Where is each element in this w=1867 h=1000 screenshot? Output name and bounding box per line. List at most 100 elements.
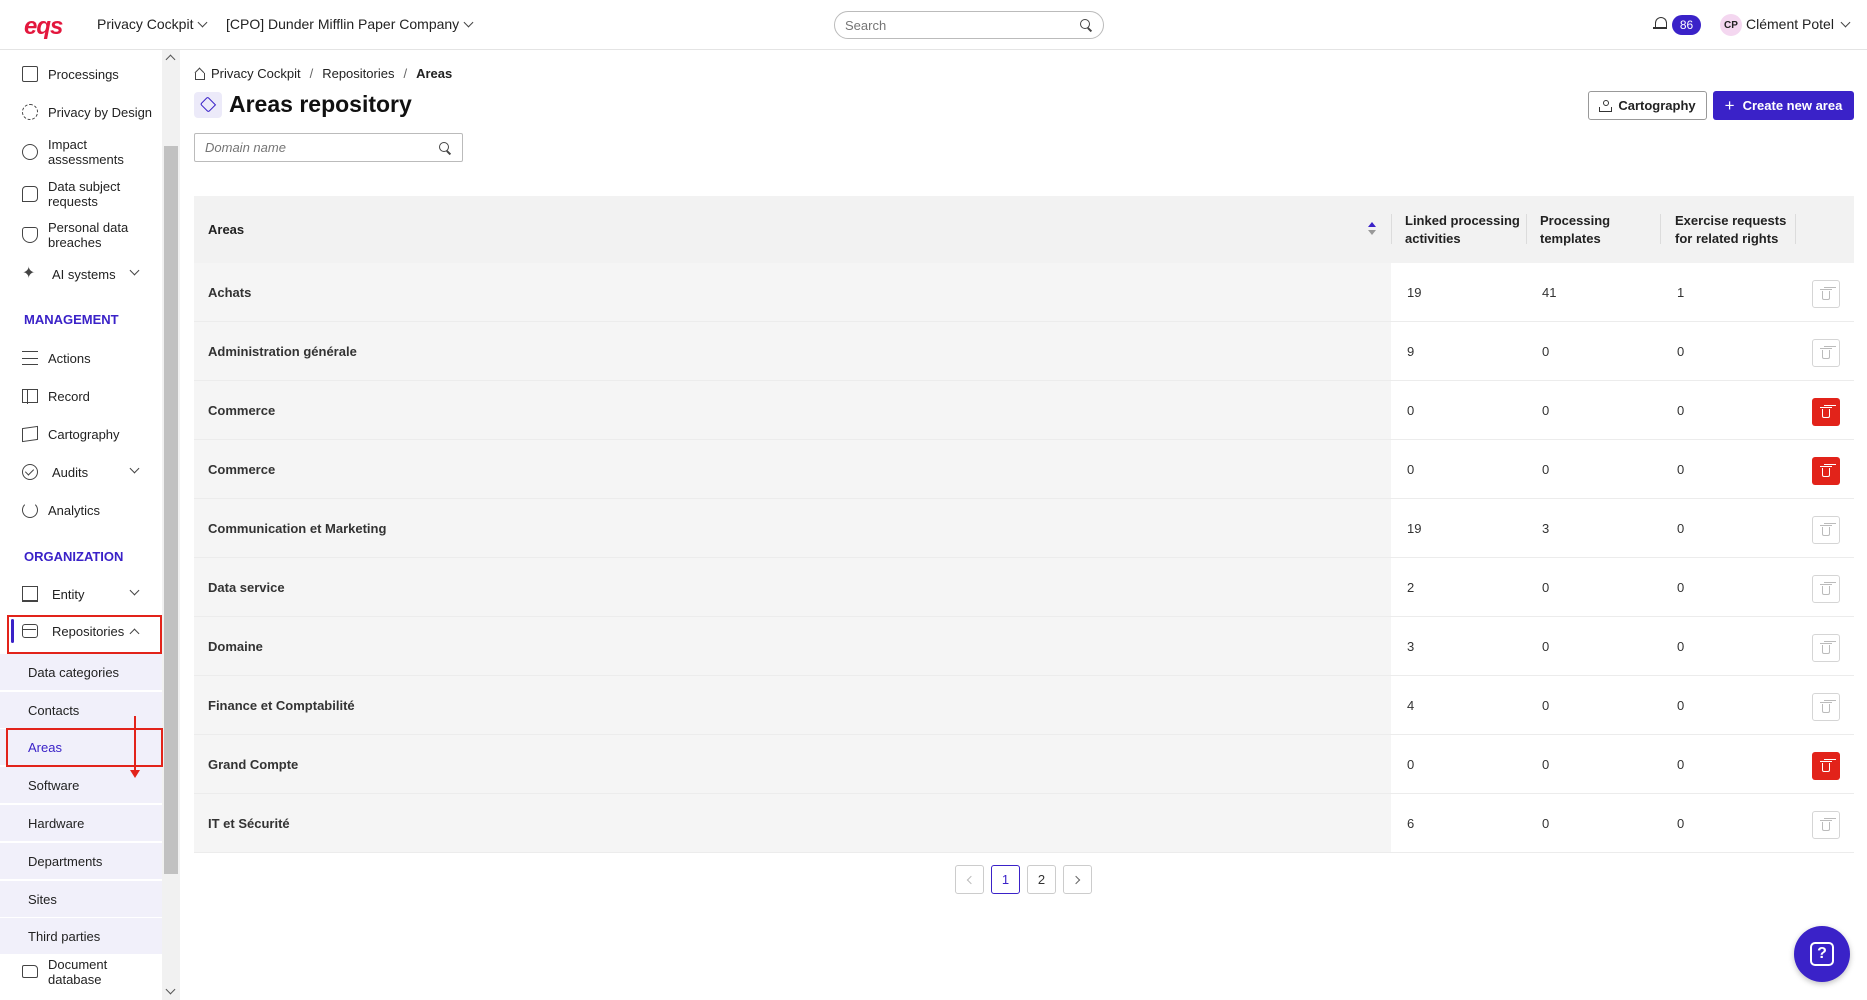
company-dropdown[interactable]: [CPO] Dunder Mifflin Paper Company	[226, 16, 474, 32]
page-button[interactable]: 2	[1027, 865, 1056, 894]
exercise-requests-count: 0	[1677, 461, 1685, 477]
sparkle-icon: ✦	[22, 265, 36, 282]
sidebar-item-ai-systems[interactable]: ✦ AI systems	[0, 262, 160, 286]
next-page-button[interactable]	[1063, 865, 1092, 894]
sidebar-subitem-label: Hardware	[28, 815, 85, 831]
table-row[interactable]: Finance et Comptabilité 4 0 0	[194, 676, 1854, 735]
delete-area-button[interactable]	[1812, 398, 1840, 426]
domain-name-filter[interactable]	[194, 133, 463, 162]
chevron-left-icon	[966, 875, 976, 884]
area-name: Administration générale	[208, 343, 357, 359]
sidebar-subitem-third-parties[interactable]: Third parties	[0, 918, 162, 954]
delete-area-button[interactable]	[1812, 752, 1840, 780]
column-header-areas[interactable]: Areas	[208, 196, 244, 263]
cartography-button[interactable]: Cartography	[1588, 91, 1707, 120]
chevron-down-icon	[129, 463, 140, 474]
scroll-up-icon[interactable]	[165, 54, 176, 65]
page-button[interactable]: 1	[991, 865, 1020, 894]
global-search[interactable]	[834, 11, 1104, 39]
area-name: Finance et Comptabilité	[208, 697, 355, 713]
sidebar-item-label: Data subject requests	[48, 179, 121, 209]
exercise-requests-count: 0	[1677, 343, 1685, 359]
sidebar-item-actions[interactable]: Actions	[0, 346, 160, 370]
column-header-exercise-requests[interactable]: Exercise requests for related rights	[1675, 196, 1790, 263]
create-new-area-button[interactable]: + Create new area	[1713, 91, 1854, 120]
table-row[interactable]: Grand Compte 0 0 0	[194, 735, 1854, 794]
delete-area-button[interactable]	[1812, 575, 1840, 603]
sidebar-subitem-hardware[interactable]: Hardware	[0, 805, 162, 841]
table-row[interactable]: IT et Sécurité 6 0 0	[194, 794, 1854, 853]
delete-area-button[interactable]	[1812, 693, 1840, 721]
plus-icon: +	[1724, 95, 1735, 115]
eqs-logo[interactable]: eqs	[24, 13, 63, 41]
trash-icon	[1820, 524, 1832, 536]
area-name: IT et Sécurité	[208, 815, 290, 831]
table-row[interactable]: Achats 19 41 1	[194, 263, 1854, 322]
sidebar-subitem-sites[interactable]: Sites	[0, 881, 162, 917]
delete-area-button[interactable]	[1812, 280, 1840, 308]
sidebar-item-record[interactable]: Record	[0, 384, 160, 408]
sidebar-item-cartography[interactable]: Cartography	[0, 422, 160, 446]
search-icon[interactable]	[1079, 18, 1093, 32]
user-avatar[interactable]: CP	[1720, 14, 1742, 36]
sidebar-item-document-database[interactable]: Document database	[0, 956, 160, 988]
scroll-down-icon[interactable]	[165, 984, 176, 995]
domain-name-input[interactable]	[205, 140, 438, 155]
bell-icon[interactable]	[1653, 17, 1667, 30]
trash-icon	[1820, 406, 1832, 418]
module-dropdown[interactable]: Privacy Cockpit	[97, 16, 208, 32]
breadcrumb-item[interactable]: Repositories	[322, 66, 394, 81]
delete-area-button[interactable]	[1812, 634, 1840, 662]
breadcrumb-item[interactable]: Privacy Cockpit	[211, 66, 301, 81]
sidebar-item-analytics[interactable]: Analytics	[0, 498, 160, 522]
create-new-area-button-label: Create new area	[1742, 98, 1843, 113]
sidebar-subitem-departments[interactable]: Departments	[0, 843, 162, 879]
delete-area-button[interactable]	[1812, 339, 1840, 367]
table-row[interactable]: Communication et Marketing 19 3 0	[194, 499, 1854, 558]
building-icon	[22, 586, 38, 602]
linked-processing-count: 0	[1407, 756, 1415, 772]
table-row[interactable]: Commerce 0 0 0	[194, 381, 1854, 440]
sort-icon[interactable]	[1368, 222, 1376, 236]
column-divider	[1391, 214, 1392, 244]
sidebar-item-privacy-by-design[interactable]: Privacy by Design	[0, 100, 160, 124]
scrollbar-thumb[interactable]	[164, 146, 178, 874]
folder-icon	[22, 965, 38, 978]
sidebar-item-data-subject-requests[interactable]: Data subject requests	[0, 178, 160, 210]
global-search-input[interactable]	[845, 17, 1079, 33]
sidebar-item-audits[interactable]: Audits	[0, 460, 160, 484]
table-row[interactable]: Data service 2 0 0	[194, 558, 1854, 617]
notification-count-badge[interactable]: 86	[1672, 15, 1701, 35]
delete-area-button[interactable]	[1812, 811, 1840, 839]
sidebar-item-entity[interactable]: Entity	[0, 582, 160, 606]
help-button[interactable]: ?	[1794, 926, 1850, 982]
delete-area-button[interactable]	[1812, 457, 1840, 485]
sidebar-subitem-label: Contacts	[28, 702, 80, 718]
sidebar-scrollbar[interactable]	[162, 50, 180, 1000]
home-icon[interactable]	[194, 69, 205, 80]
user-menu[interactable]: Clément Potel	[1746, 16, 1851, 32]
sidebar-subitem-data-categories[interactable]: Data categories	[0, 654, 162, 690]
linked-processing-count: 0	[1407, 402, 1415, 418]
sidebar-item-impact-assessments[interactable]: Impact assessments	[0, 136, 160, 168]
management-section-title: MANAGEMENT	[24, 312, 119, 327]
area-cell-bg	[194, 735, 1391, 793]
search-icon[interactable]	[438, 141, 452, 155]
column-divider	[1660, 214, 1661, 244]
table-row[interactable]: Domaine 3 0 0	[194, 617, 1854, 676]
sidebar: Processings Privacy by Design Impact ass…	[0, 50, 180, 1000]
trash-icon	[1820, 465, 1832, 477]
sidebar-subitem-label: Sites	[28, 891, 57, 907]
column-header-linked-processing-activities[interactable]: Linked processing activities	[1405, 196, 1520, 263]
table-row[interactable]: Commerce 0 0 0	[194, 440, 1854, 499]
highlight-box-areas	[6, 728, 163, 767]
delete-area-button[interactable]	[1812, 516, 1840, 544]
sidebar-item-processings[interactable]: Processings	[0, 62, 160, 86]
cartography-button-label: Cartography	[1618, 98, 1696, 113]
table-row[interactable]: Administration générale 9 0 0	[194, 322, 1854, 381]
processing-templates-count: 0	[1542, 343, 1550, 359]
sidebar-item-personal-data-breaches[interactable]: Personal data breaches	[0, 219, 160, 251]
sidebar-subitem-contacts[interactable]: Contacts	[0, 692, 162, 728]
column-header-processing-templates[interactable]: Processing templates	[1540, 196, 1640, 263]
previous-page-button[interactable]	[955, 865, 984, 894]
